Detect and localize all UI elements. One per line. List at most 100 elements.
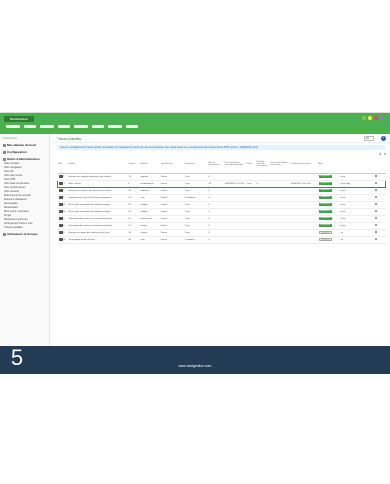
sidebar-item[interactable]: Sessions utilisateurs [4,198,27,201]
col-header[interactable]: Nombre limite de lancements [255,156,270,174]
col-header[interactable]: Type de fon... [159,156,184,174]
delete-icon[interactable]: ■ [341,218,342,220]
run-icon[interactable]: ▶ [344,225,346,227]
table-row[interactable]: 3 Génération des factures récurrentes (ac… [57,215,386,223]
row-checkbox[interactable] [374,188,377,192]
status-badge[interactable]: Programmé [318,195,332,200]
label-cell[interactable]: Mise à jour mensuelle du solde des congé… [67,208,128,216]
row-checkbox[interactable] [374,223,377,227]
table-row[interactable]: 6 Envoyer un rappel par email pour les fa… [57,229,386,237]
sidebar-item[interactable]: Infos performances [4,186,25,189]
status-badge[interactable]: Programmé [318,188,332,193]
row-checkbox[interactable] [374,237,377,241]
status-dot[interactable] [380,116,384,120]
sidebar-item[interactable]: Sauvegarde [4,202,17,205]
sidebar-item[interactable]: Infos navigateur [4,166,22,169]
delete-icon[interactable]: ■ [341,197,342,199]
ref-cell[interactable]: 1 [57,173,68,181]
row-checkbox[interactable] [374,181,377,185]
status-badge[interactable]: Désactivé [318,237,333,242]
status-dot[interactable] [374,116,378,120]
sidebar-section-users[interactable]: Utilisateurs & Groups [3,232,38,236]
table-row[interactable]: 4 Génération des factures récurrentes (ve… [57,222,386,230]
ref-cell[interactable]: 4 [57,222,68,230]
row-checkbox[interactable] [374,209,377,213]
label-cell[interactable]: Envoyer vos donnes par mail pour les cas… [67,187,128,195]
status-badge[interactable]: Désactivé [318,230,333,235]
col-header[interactable]: Module [139,156,160,174]
menu-item[interactable] [92,125,104,128]
table-row[interactable]: 13 Mise à jour mensuelle du solde des con… [57,201,386,209]
delete-icon[interactable]: ■ [341,190,342,192]
add-job-button[interactable]: + [381,136,386,141]
app-logo[interactable]: NextGestion [4,116,34,122]
run-icon[interactable]: ▶ [344,197,346,199]
ref-cell[interactable]: 18 [57,236,68,244]
table-row[interactable]: 14 Mise à jour mensuelle du solde des con… [57,208,386,216]
run-icon[interactable]: ▶ [344,204,346,206]
sidebar-item[interactable]: Événements de sécurité [4,194,31,197]
run-icon[interactable]: ▶ [344,218,346,220]
col-header[interactable]: Priorité [127,156,140,174]
label-cell[interactable]: Mass Clients [67,179,128,188]
status-badge[interactable]: Programmé [318,209,332,214]
status-badge[interactable]: Programmé [318,216,332,221]
ref-cell[interactable]: 13 [57,201,68,209]
delete-icon[interactable]: ■ [341,204,342,206]
menu-item[interactable] [74,125,88,128]
status-badge[interactable]: Programmé [318,174,332,179]
per-page-select[interactable]: 20 [364,136,374,141]
sidebar-section-config[interactable]: Configuration [3,150,27,154]
label-cell[interactable]: Génération des factures récurrentes (ach… [67,215,128,223]
table-row[interactable]: 7 Mass Clients 0 societedonne Classe 1 jour 29… [57,179,386,188]
menu-item[interactable] [40,125,54,128]
col-header[interactable]: Actif [317,156,338,174]
label-cell[interactable]: Supprimer les logs et les fichiers tempo… [67,194,128,202]
row-checkbox[interactable] [374,202,377,206]
status-badge[interactable]: Programmé [318,181,332,186]
sidebar-item[interactable]: Infos base de données [4,182,29,185]
delete-icon[interactable]: ■ [341,183,342,185]
label-cell[interactable]: Mise à jour mensuelle du solde des congé… [67,201,128,209]
ref-cell[interactable]: 2 [57,187,68,195]
run-icon[interactable]: ▶ [344,190,346,192]
ref-cell[interactable]: 7 [57,179,68,188]
col-header[interactable]: Réf. [57,156,68,174]
menu-item[interactable] [24,125,36,128]
delete-icon[interactable]: ■ [341,225,342,227]
delete-icon[interactable]: ■ [341,239,342,241]
col-header[interactable]: Date de dernier lancement planifiée [223,156,246,174]
sidebar-item[interactable]: Mise à jour / extension [4,210,29,213]
label-cell[interactable]: Génération des factures récurrentes (ven… [67,222,128,230]
col-header[interactable]: Nb. de lancements [207,156,224,174]
table-row[interactable]: 18 Sauvegarde locale de base 90 cron Classe 1… [57,236,386,244]
sidebar-item[interactable]: Purger [4,214,12,217]
sidebar-item[interactable]: Infos OS [4,170,14,173]
sidebar-item[interactable]: Infos sécurité [4,190,19,193]
label-cell[interactable]: Envoyer un rappel par email pour les fac… [67,229,128,237]
table-row[interactable]: 1 Envoyer des rappels répertoriés par e-m… [57,173,386,181]
status-badge[interactable]: Programmé [318,223,332,228]
table-row[interactable]: 5 Supprimer les logs et les fichiers temp… [57,194,386,202]
row-checkbox[interactable] [374,195,377,199]
sidebar-breadcrumb[interactable]: Accessoires [3,137,17,140]
ref-cell[interactable]: 6 [57,229,68,237]
menu-item[interactable] [108,125,122,128]
sidebar-item[interactable]: Infos PHP [4,178,15,181]
sidebar-item[interactable]: Restauration [4,206,18,209]
col-header[interactable]: Durée [245,156,256,174]
menu-item[interactable] [58,125,70,128]
sidebar-item[interactable]: Infos Cookies [4,162,19,165]
row-checkbox[interactable] [374,174,377,178]
delete-icon[interactable]: ■ [341,176,342,178]
menu-item[interactable] [6,125,20,128]
status-dot[interactable] [362,116,366,120]
ref-cell[interactable]: 14 [57,208,68,216]
ref-cell[interactable]: 3 [57,215,68,223]
ref-cell[interactable]: 5 [57,194,68,202]
delete-icon[interactable]: ■ [341,232,342,234]
menu-item[interactable] [126,125,138,128]
col-header[interactable]: Libellé [67,156,128,174]
sidebar-section-admin[interactable]: Outils d'administration [3,157,40,161]
delete-icon[interactable]: ■ [341,211,342,213]
